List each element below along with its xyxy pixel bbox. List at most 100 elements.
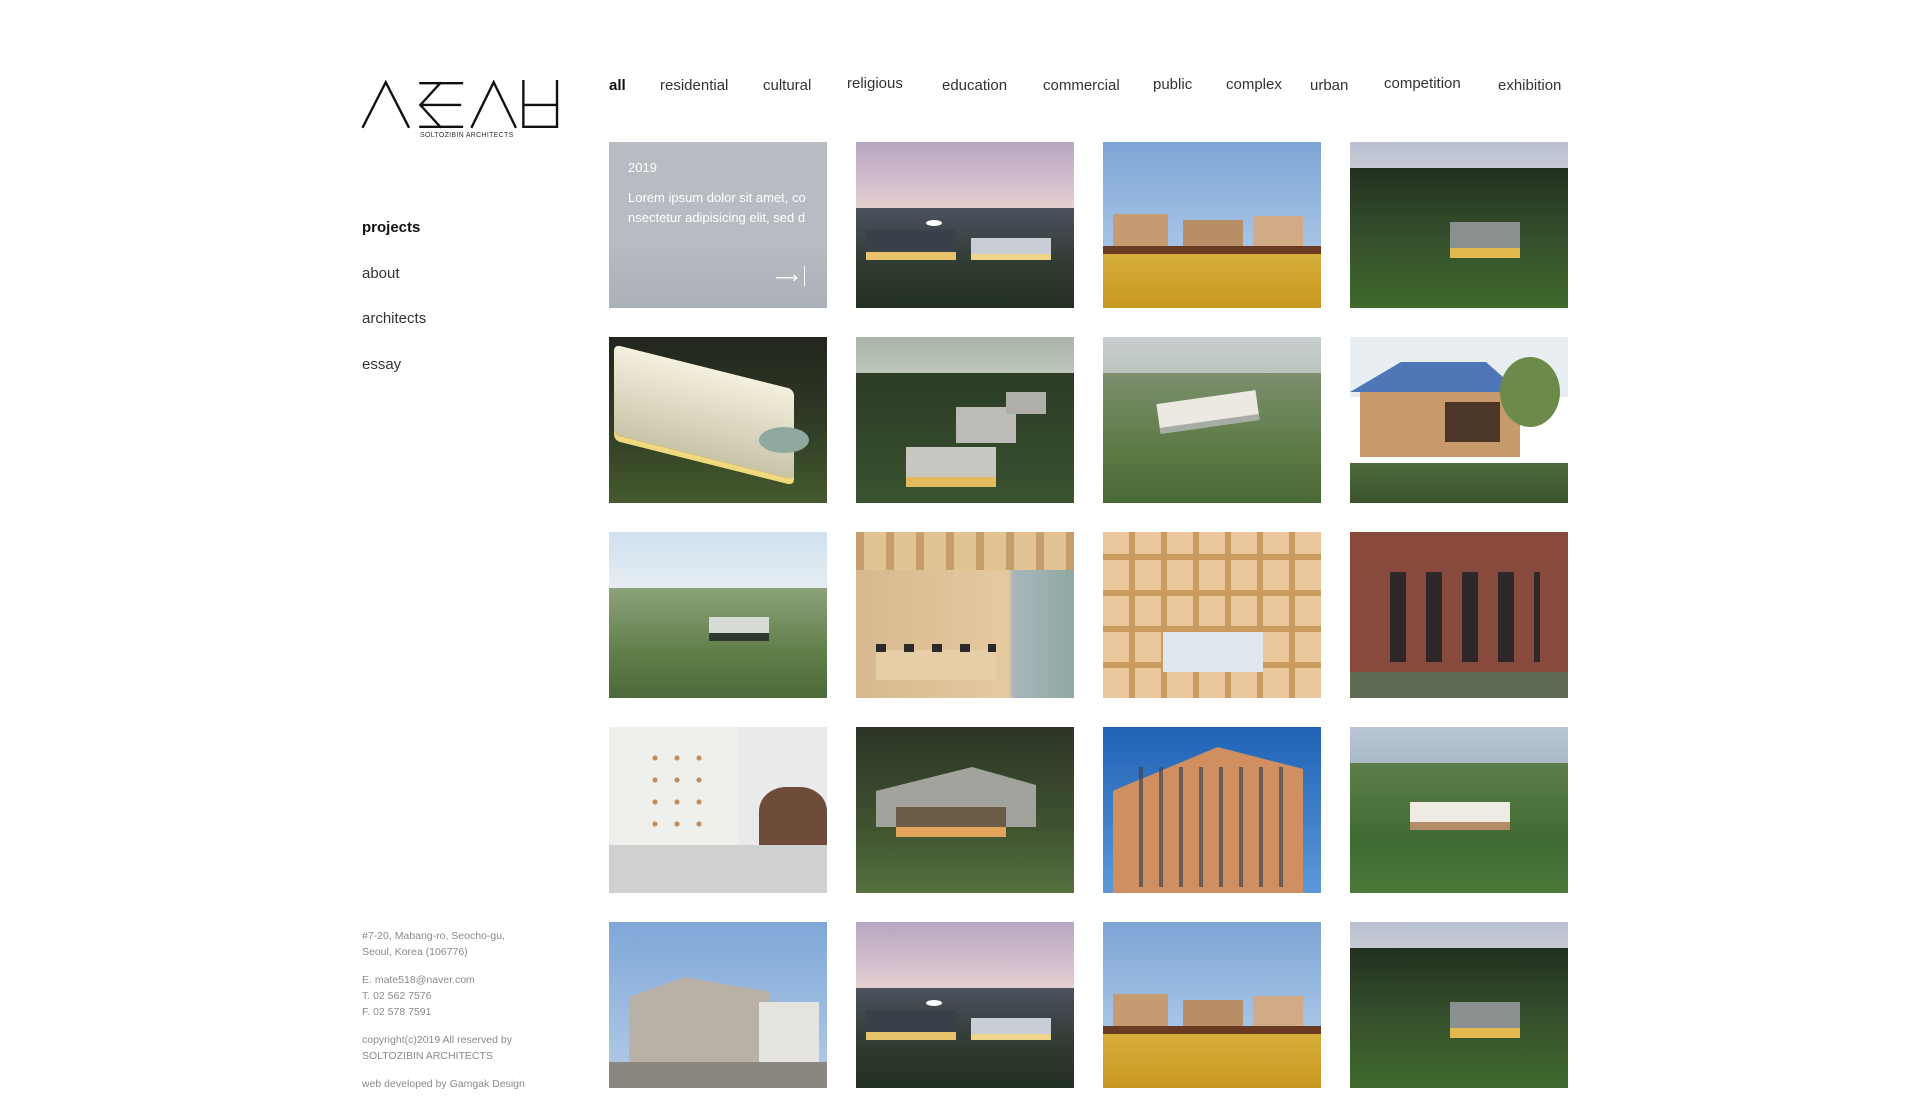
project-tile[interactable] bbox=[609, 532, 827, 698]
filter-public[interactable]: public bbox=[1153, 76, 1192, 93]
project-tile[interactable] bbox=[609, 922, 827, 1088]
image-parapet bbox=[1350, 532, 1568, 562]
sidebar-item-about[interactable]: about bbox=[362, 265, 426, 311]
copyright: copyright(c)2019 All reserved by SOLTOZI… bbox=[362, 1032, 525, 1064]
image-sky bbox=[856, 922, 1074, 992]
project-grid: 2019 Lorem ipsum dolor sit amet, consect… bbox=[609, 142, 1568, 1088]
sidebar-nav: projects about architects essay bbox=[362, 219, 426, 401]
contact-info: #7-20, Mabang-ro, Seocho-gu, Seoul, Kore… bbox=[362, 928, 525, 1104]
project-tile[interactable] bbox=[609, 337, 827, 503]
image-windows bbox=[644, 747, 714, 827]
image-pond bbox=[759, 427, 809, 453]
image-building bbox=[866, 230, 956, 260]
image-sky bbox=[1350, 727, 1568, 767]
project-tile[interactable] bbox=[1350, 142, 1568, 308]
copyright-line1: copyright(c)2019 All reserved by bbox=[362, 1034, 512, 1046]
image-fence bbox=[1103, 246, 1321, 254]
image-building bbox=[906, 447, 996, 487]
image-garden bbox=[1350, 463, 1568, 503]
filter-education[interactable]: education bbox=[942, 77, 1007, 94]
image-sky bbox=[609, 532, 827, 592]
image-building bbox=[1113, 214, 1168, 250]
project-tile[interactable] bbox=[1350, 922, 1568, 1088]
image-ceiling bbox=[856, 532, 1074, 570]
project-tile[interactable] bbox=[1350, 727, 1568, 893]
project-tile[interactable] bbox=[856, 727, 1074, 893]
image-building bbox=[866, 1010, 956, 1040]
image-building bbox=[1006, 392, 1046, 414]
project-tile[interactable] bbox=[1103, 532, 1321, 698]
image-sky bbox=[856, 337, 1074, 377]
project-tile[interactable] bbox=[856, 532, 1074, 698]
project-year: 2019 bbox=[628, 160, 657, 175]
image-building bbox=[896, 807, 1006, 837]
image-ground bbox=[1103, 248, 1321, 308]
address: #7-20, Mabang-ro, Seocho-gu, Seoul, Kore… bbox=[362, 928, 525, 960]
project-tile-hover[interactable]: 2019 Lorem ipsum dolor sit amet, consect… bbox=[609, 142, 827, 308]
project-tile[interactable] bbox=[1103, 727, 1321, 893]
filter-religious[interactable]: religious bbox=[847, 75, 903, 92]
project-tile[interactable] bbox=[1103, 337, 1321, 503]
image-building bbox=[1253, 996, 1303, 1030]
image-ground bbox=[1350, 672, 1568, 698]
image-light bbox=[926, 1000, 942, 1006]
filter-competition[interactable]: competition bbox=[1384, 75, 1461, 92]
soltozibin-logo-mark-icon bbox=[361, 79, 559, 129]
category-filter-bar: all residential cultural religious educa… bbox=[609, 75, 1569, 101]
image-building bbox=[1410, 802, 1510, 830]
sidebar-item-projects[interactable]: projects bbox=[362, 219, 426, 265]
filter-cultural[interactable]: cultural bbox=[763, 77, 811, 94]
image-sky bbox=[856, 142, 1074, 212]
image-windows bbox=[1390, 572, 1540, 662]
image-landscape bbox=[609, 588, 827, 698]
project-tile[interactable] bbox=[856, 337, 1074, 503]
address-line2: Seoul, Korea (106776) bbox=[362, 946, 468, 958]
image-light bbox=[926, 220, 942, 226]
image-building bbox=[1450, 1002, 1520, 1038]
copyright-line2: SOLTOZIBIN ARCHITECTS bbox=[362, 1050, 493, 1062]
fax: F. 02 578 7591 bbox=[362, 1006, 432, 1018]
project-tile[interactable] bbox=[1350, 337, 1568, 503]
email[interactable]: E. mate518@naver.com bbox=[362, 974, 475, 986]
image-windows bbox=[1123, 767, 1293, 887]
image-window bbox=[1445, 402, 1500, 442]
image-ground bbox=[609, 1062, 827, 1088]
sidebar-item-architects[interactable]: architects bbox=[362, 310, 426, 356]
telephone: T. 02 562 7576 bbox=[362, 990, 432, 1002]
image-building bbox=[1253, 216, 1303, 250]
image-building bbox=[1113, 994, 1168, 1030]
logo[interactable]: SOLTOZIBIN ARCHITECTS bbox=[361, 79, 561, 139]
project-tile[interactable] bbox=[1103, 142, 1321, 308]
divider bbox=[804, 266, 805, 286]
filter-complex[interactable]: complex bbox=[1226, 76, 1282, 93]
filter-exhibition[interactable]: exhibition bbox=[1498, 77, 1561, 94]
filter-urban[interactable]: urban bbox=[1310, 77, 1348, 94]
image-base bbox=[609, 845, 827, 893]
project-tile[interactable] bbox=[609, 727, 827, 893]
image-building bbox=[1450, 222, 1520, 258]
project-tile[interactable] bbox=[1350, 532, 1568, 698]
image-opening bbox=[1163, 632, 1263, 672]
developer-credit[interactable]: web developed by Gamgak Design bbox=[362, 1076, 525, 1092]
sidebar-item-essay[interactable]: essay bbox=[362, 356, 426, 402]
contact-numbers: E. mate518@naver.com T. 02 562 7576 F. 0… bbox=[362, 972, 525, 1020]
image-fence bbox=[1103, 1026, 1321, 1034]
filter-residential[interactable]: residential bbox=[660, 77, 728, 94]
project-tile[interactable] bbox=[856, 142, 1074, 308]
image-tree bbox=[1500, 357, 1560, 427]
logo-subtitle: SOLTOZIBIN ARCHITECTS bbox=[420, 132, 514, 139]
project-tile[interactable] bbox=[856, 922, 1074, 1088]
image-hills bbox=[1103, 373, 1321, 503]
image-building bbox=[709, 617, 769, 641]
image-sky bbox=[1103, 337, 1321, 377]
project-tile[interactable] bbox=[1103, 922, 1321, 1088]
image-building bbox=[971, 1018, 1051, 1040]
image-tree bbox=[759, 787, 827, 847]
filter-all[interactable]: all bbox=[609, 77, 626, 94]
image-chairs bbox=[876, 644, 996, 652]
arrow-right-icon[interactable]: ⟶ bbox=[775, 268, 798, 288]
image-building bbox=[971, 238, 1051, 260]
filter-commercial[interactable]: commercial bbox=[1043, 77, 1120, 94]
image-table bbox=[876, 650, 996, 680]
address-line1: #7-20, Mabang-ro, Seocho-gu, bbox=[362, 930, 506, 942]
